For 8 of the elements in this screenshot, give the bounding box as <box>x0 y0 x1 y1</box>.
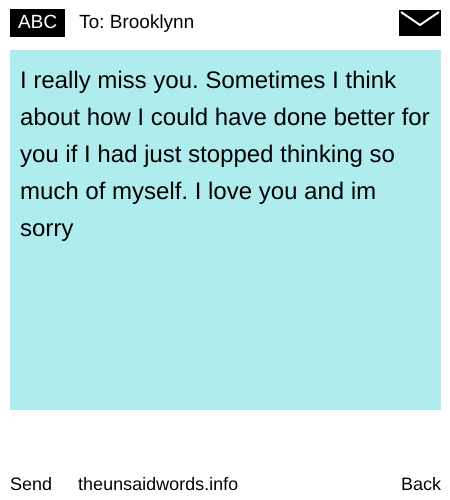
recipient-label: To: Brooklynn <box>79 12 196 34</box>
message-text: I really miss you. Sometimes I think about how I could have done better for you if I had just stopped thinking so much of myself. I love you and im sorry <box>20 66 431 244</box>
envelope-icon[interactable] <box>399 10 441 36</box>
keyboard-mode-label: ABC <box>10 9 66 37</box>
site-link[interactable]: theunsaidwords.info <box>78 474 238 494</box>
send-link[interactable]: Send <box>10 474 52 494</box>
back-link[interactable]: Back <box>400 474 441 494</box>
message-area[interactable]: I really miss you. Sometimes I think about how I could have done better for you if I had just stopped thinking so much of myself. I love you and im sorry <box>10 50 441 410</box>
